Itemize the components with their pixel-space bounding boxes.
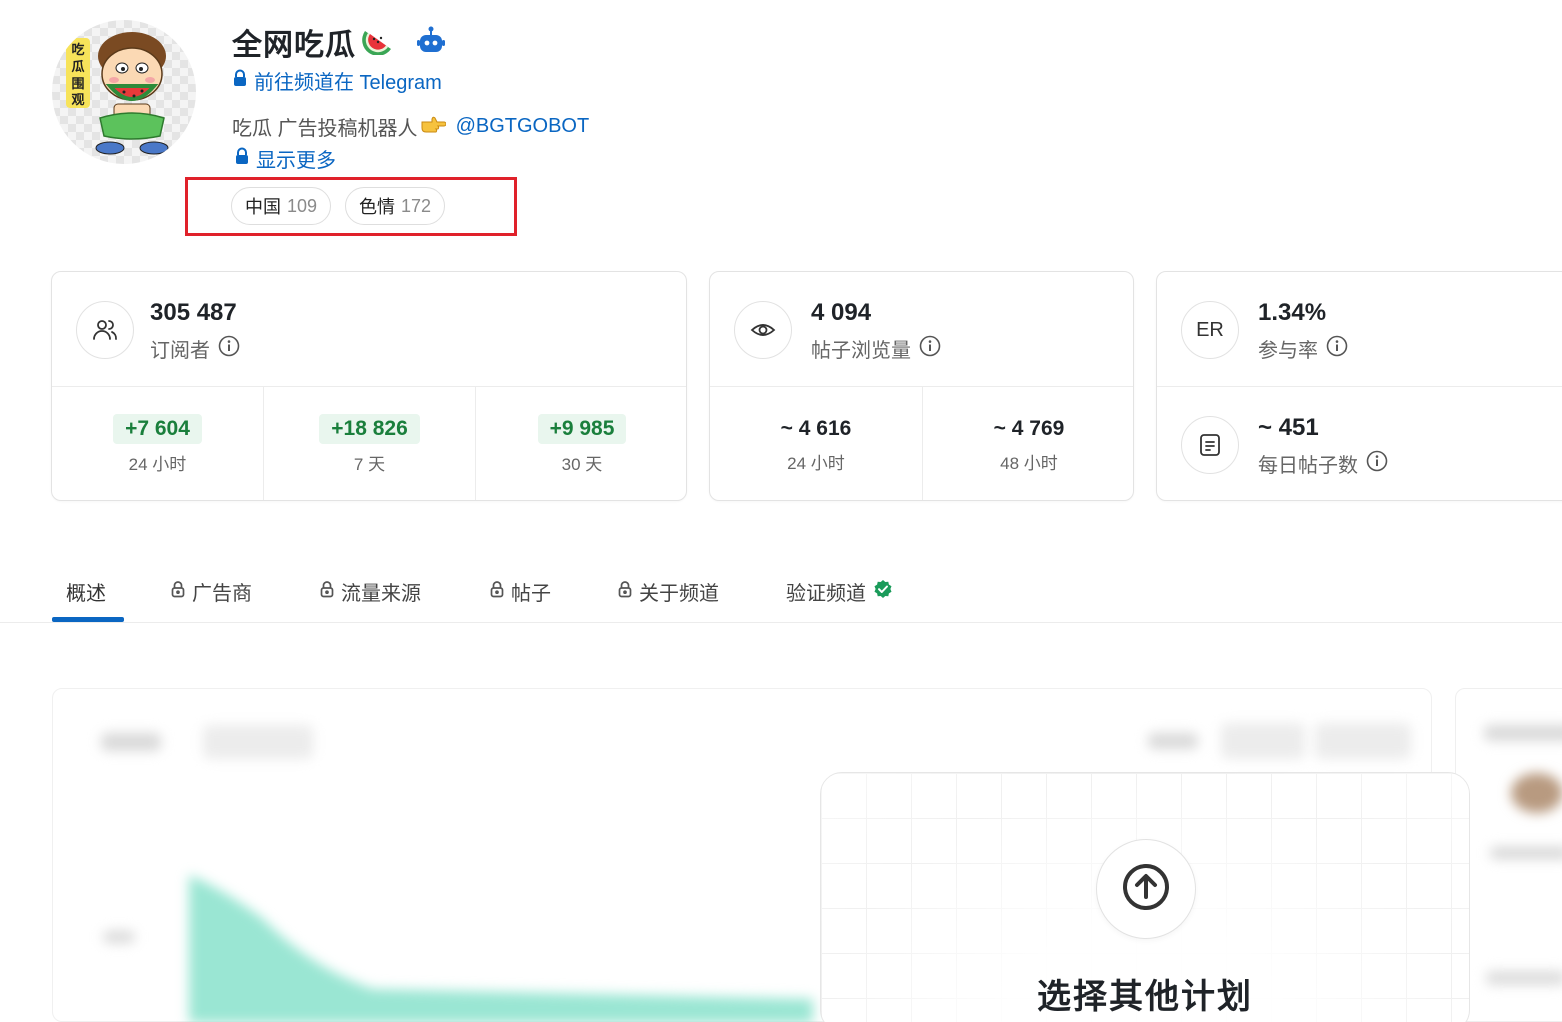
channel-description: 吃瓜 广告投稿机器人 @BGTGOBOT	[232, 112, 589, 141]
views-24h: ~ 4 616 24 小时	[710, 387, 922, 500]
daily-posts-value: ~ 451	[1258, 414, 1319, 441]
svg-text:瓜: 瓜	[71, 60, 84, 75]
info-icon[interactable]	[919, 335, 941, 363]
er-icon-text: ER	[1196, 318, 1224, 341]
delta-period: 30 天	[561, 455, 603, 474]
views-period: 48 小时	[1000, 454, 1058, 473]
info-icon[interactable]	[1366, 450, 1388, 478]
svg-text:吃: 吃	[71, 42, 84, 58]
views-label: 帖子浏览量	[811, 334, 941, 363]
lock-icon	[232, 69, 248, 93]
views-card: 4 094 帖子浏览量 ~ 4 616 24 小时 ~ 4 769 48 小时	[709, 271, 1134, 501]
views-label-text: 帖子浏览量	[811, 340, 911, 362]
channel-avatar: 吃 瓜 围 观	[52, 20, 196, 164]
tag-adult[interactable]: 色情 172	[345, 187, 446, 225]
info-icon[interactable]	[218, 335, 240, 363]
tab-overview[interactable]: 概述	[66, 560, 106, 623]
engagement-card: ER 1.34% 参与率 ~ 451 每日帖子数	[1156, 271, 1562, 501]
er-value: 1.34%	[1258, 299, 1327, 326]
tab-posts[interactable]: 帖子	[489, 560, 551, 623]
lock-outline-icon	[489, 580, 505, 604]
tab-about[interactable]: 关于频道	[617, 560, 719, 623]
tag-label: 中国	[245, 197, 281, 217]
bot-mention-link[interactable]: @BGTGOBOT	[456, 115, 590, 138]
daily-posts-label: 每日帖子数	[1258, 449, 1388, 478]
users-icon	[76, 301, 134, 359]
views-48h: ~ 4 769 48 小时	[922, 387, 1133, 500]
tag-count: 172	[401, 195, 432, 216]
channel-name: 全网吃瓜	[232, 29, 356, 62]
subscribers-7d: +18 826 7 天	[263, 387, 475, 500]
arrow-up-circle-icon	[1121, 862, 1171, 917]
channel-tabs: 概述 广告商 流量来源 帖子 关于频道 验证频道	[0, 560, 1562, 623]
er-icon: ER	[1181, 301, 1239, 359]
er-label-text: 参与率	[1258, 340, 1318, 362]
tab-label: 验证频道	[786, 583, 866, 605]
subscribers-label-text: 订阅者	[150, 340, 210, 362]
views-approx-value: ~ 4 769	[993, 417, 1065, 440]
lock-icon	[234, 147, 250, 171]
show-more-text: 显示更多	[256, 150, 336, 172]
lock-outline-icon	[170, 580, 186, 604]
tab-label: 广告商	[192, 583, 252, 605]
pointing-hand-icon	[420, 114, 447, 140]
tag-china[interactable]: 中国 109	[231, 187, 332, 225]
svg-text:围: 围	[71, 77, 84, 92]
views-value: 4 094	[811, 299, 872, 326]
tab-advertisers[interactable]: 广告商	[170, 560, 252, 623]
svg-text:观: 观	[71, 93, 84, 108]
delta-value: +18 826	[319, 414, 420, 444]
views-approx-value: ~ 4 616	[780, 417, 852, 440]
tab-label: 关于频道	[639, 583, 719, 605]
channel-title: 全网吃瓜	[232, 22, 446, 62]
tag-label: 色情	[359, 197, 395, 217]
description-text: 吃瓜 广告投稿机器人	[232, 118, 418, 140]
delta-period: 7 天	[353, 455, 386, 474]
views-period: 24 小时	[787, 454, 845, 473]
verified-check-icon	[873, 579, 893, 605]
tab-traffic-sources[interactable]: 流量来源	[319, 560, 421, 623]
lock-outline-icon	[617, 580, 633, 604]
upgrade-plan-card: 选择其他计划	[820, 772, 1470, 1022]
subscribers-24h: +7 604 24 小时	[52, 387, 263, 500]
tag-count: 109	[287, 195, 318, 216]
upgrade-button[interactable]	[1096, 839, 1196, 939]
watermelon-icon	[362, 25, 394, 60]
subscribers-label: 订阅者	[150, 334, 240, 363]
eye-icon	[734, 301, 792, 359]
tab-label: 概述	[66, 583, 106, 605]
telegram-link[interactable]: 前往频道在 Telegram	[232, 66, 442, 95]
delta-value: +9 985	[537, 414, 627, 444]
subscribers-value: 305 487	[150, 299, 237, 326]
bot-icon	[416, 25, 446, 60]
posts-icon	[1181, 416, 1239, 474]
active-tab-indicator	[52, 617, 124, 622]
tab-label: 帖子	[511, 583, 551, 605]
telegram-link-text: 前往频道在 Telegram	[254, 72, 442, 94]
lock-outline-icon	[319, 580, 335, 604]
tab-label: 流量来源	[341, 583, 421, 605]
subscribers-summary: 305 487 订阅者	[52, 272, 686, 387]
info-icon[interactable]	[1326, 335, 1348, 363]
delta-value: +7 604	[113, 414, 202, 444]
engagement-summary: ER 1.34% 参与率	[1157, 272, 1562, 387]
locked-side-panel	[1455, 688, 1562, 1022]
subscribers-30d: +9 985 30 天	[475, 387, 686, 500]
views-summary: 4 094 帖子浏览量	[710, 272, 1133, 387]
subscribers-card: 305 487 订阅者 +7 604 24 小时 +18 826 7 天 +9 …	[51, 271, 687, 501]
delta-period: 24 小时	[128, 455, 187, 474]
show-more-link[interactable]: 显示更多	[234, 144, 336, 173]
upgrade-title: 选择其他计划	[1037, 978, 1253, 1016]
daily-posts-label-text: 每日帖子数	[1258, 455, 1358, 477]
er-label: 参与率	[1258, 334, 1348, 363]
tab-verify[interactable]: 验证频道	[786, 560, 893, 623]
